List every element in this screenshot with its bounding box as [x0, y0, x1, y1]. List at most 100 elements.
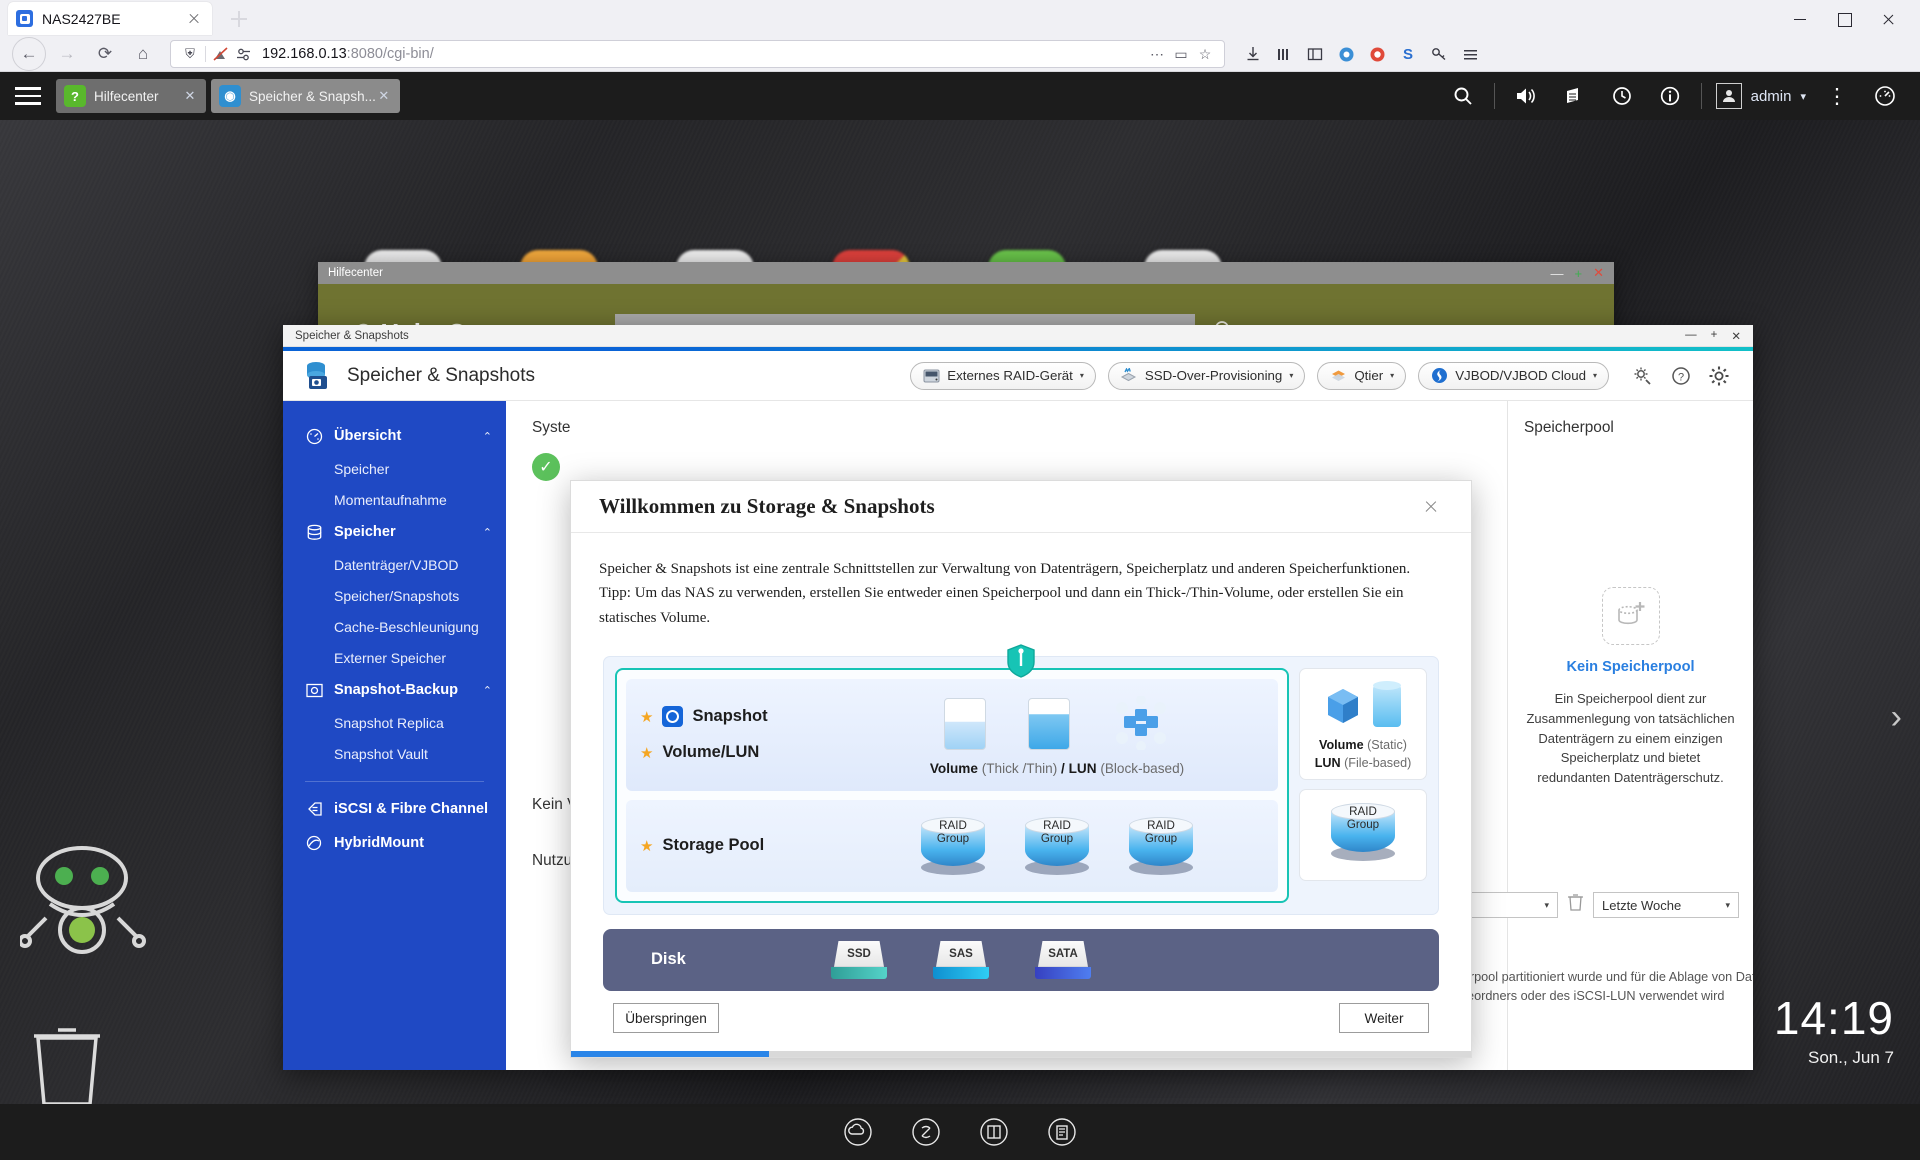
add-pool-icon[interactable] [1602, 587, 1660, 645]
diagram-row-volume-lun: ★ Volume/LUN [640, 735, 850, 771]
disk-sas-icon: SAS [933, 941, 989, 979]
storage-maximize-button[interactable]: + [1711, 329, 1718, 343]
disk-band-label: Disk [651, 950, 831, 969]
sidebar-item-speicher[interactable]: Speicher [283, 453, 506, 484]
raid-line1: RAID [1043, 819, 1071, 832]
cloud-icon[interactable] [841, 1115, 875, 1149]
vjbod-button[interactable]: VJBOD/VJBOD Cloud ▾ [1418, 362, 1609, 390]
sidebar-group-label: Speicher [334, 524, 483, 540]
helpcenter-close-button[interactable]: ✕ [1593, 265, 1604, 281]
tracker-blocked-icon[interactable] [210, 44, 232, 64]
window-minimize-button[interactable] [1778, 5, 1822, 33]
library-icon[interactable] [1270, 40, 1298, 68]
skip-button[interactable]: Überspringen [613, 1003, 719, 1033]
url-bar[interactable]: ⛨ 192.168.0.13:8080/cgi-bin/ ⋯ ▭ ☆ [170, 40, 1225, 68]
reload-button[interactable]: ⟳ [88, 37, 122, 71]
chevron-up-icon[interactable]: ⌃ [483, 684, 492, 697]
panel-icon[interactable] [977, 1115, 1011, 1149]
sidebar-item-hybridmount[interactable]: HybridMount [283, 826, 506, 860]
notes-icon[interactable] [1045, 1115, 1079, 1149]
helpcenter-minimize-button[interactable]: — [1551, 266, 1564, 281]
browser-tab[interactable]: NAS2427BE [8, 2, 212, 35]
helpcenter-titlebar[interactable]: Hilfecenter — + ✕ [318, 262, 1614, 284]
panel-expand-arrow-icon[interactable]: › [1891, 698, 1902, 737]
user-menu[interactable]: admin ▾ [1710, 83, 1812, 109]
gear-icon[interactable] [1707, 364, 1731, 388]
trash-icon[interactable] [32, 1022, 102, 1108]
sidebar-item-cache-beschleunigung[interactable]: Cache-Beschleunigung [283, 611, 506, 642]
help-icon[interactable]: ? [1669, 364, 1693, 388]
external-raid-button[interactable]: Externes RAID-Gerät ▾ [910, 362, 1096, 390]
taskbar-item-storage[interactable]: ◉ Speicher & Snapsh... ✕ [211, 79, 400, 113]
extension-red-icon[interactable] [1363, 40, 1391, 68]
settings-tools-icon[interactable] [1631, 364, 1655, 388]
notice-board-icon[interactable] [1551, 72, 1597, 120]
more-options-icon[interactable]: ⋮ [1814, 72, 1860, 120]
sidebar-item-iscsi[interactable]: iSCSI & Fibre Channel [283, 792, 506, 826]
extension-blue-icon[interactable] [1332, 40, 1360, 68]
window-maximize-button[interactable] [1822, 5, 1866, 33]
user-caret-icon[interactable]: ▾ [1800, 90, 1806, 103]
storage-titlebar[interactable]: Speicher & Snapshots — + ✕ [283, 325, 1753, 347]
qtier-button[interactable]: Qtier ▾ [1317, 362, 1406, 390]
storage-minimize-button[interactable]: — [1685, 329, 1697, 343]
sidebar-item-snapshot-vault[interactable]: Snapshot Vault [283, 738, 506, 769]
new-tab-button[interactable] [224, 6, 254, 32]
close-icon[interactable] [1419, 495, 1443, 519]
helpcenter-maximize-button[interactable]: + [1575, 266, 1583, 281]
back-button[interactable]: ← [12, 37, 46, 71]
permissions-icon-svg [236, 48, 251, 61]
window-close-button[interactable] [1866, 5, 1910, 33]
taskbar-divider [1494, 83, 1495, 109]
forward-button[interactable]: → [50, 37, 84, 71]
system-status-title: Syste [532, 419, 1481, 437]
storage-close-button[interactable]: ✕ [1731, 329, 1741, 343]
taskbar-close-icon[interactable]: ✕ [182, 88, 198, 104]
permissions-icon[interactable] [232, 44, 254, 64]
search-icon[interactable] [1440, 72, 1486, 120]
sidebar-group-label: Snapshot-Backup [334, 682, 483, 698]
no-storage-pool-link[interactable]: Kein Speicherpool [1524, 659, 1737, 675]
welcome-modal[interactable]: Willkommen zu Storage & Snapshots Speich… [570, 480, 1472, 1058]
sidebar-toggle-icon[interactable] [1301, 40, 1329, 68]
star-icon: ★ [640, 744, 653, 762]
sidebar-group-uebersicht[interactable]: Übersicht ⌃ [283, 419, 506, 453]
taskbar-close-icon[interactable]: ✕ [376, 88, 392, 104]
shield-icon[interactable]: ⛨ [179, 44, 201, 64]
volume-caption: Volume (Thick /Thin) / LUN (Block-based) [850, 761, 1264, 776]
sidebar-group-snapshot-backup[interactable]: Snapshot-Backup ⌃ [283, 673, 506, 707]
chevron-up-icon[interactable]: ⌃ [483, 430, 492, 443]
sidebar-item-snapshot-replica[interactable]: Snapshot Replica [283, 707, 506, 738]
volume-icon[interactable] [1503, 72, 1549, 120]
sidebar-item-datentraeger-vjbod[interactable]: Datenträger/VJBOD [283, 549, 506, 580]
dashboard-icon[interactable] [1862, 72, 1908, 120]
sidebar-group-speicher[interactable]: Speicher ⌃ [283, 515, 506, 549]
home-button[interactable]: ⌂ [126, 37, 160, 71]
bookmark-star-icon[interactable]: ☆ [1194, 46, 1216, 63]
main-menu-button[interactable] [0, 72, 56, 120]
info-icon[interactable] [1647, 72, 1693, 120]
disk-color-bar [1035, 967, 1091, 979]
taskbar-item-hilfecenter[interactable]: ? Hilfecenter ✕ [56, 79, 206, 113]
url-text[interactable]: 192.168.0.13:8080/cgi-bin/ [262, 46, 1146, 62]
background-task-icon[interactable] [1599, 72, 1645, 120]
caption-volume-gray: (Thick /Thin) [982, 761, 1058, 776]
chevron-up-icon[interactable]: ⌃ [483, 526, 492, 539]
sidebar-item-speicher-snapshots[interactable]: Speicher/Snapshots [283, 580, 506, 611]
diagram-band-storage-pool: ★ Storage Pool R [626, 800, 1278, 892]
account-key-icon[interactable] [1425, 40, 1453, 68]
next-button[interactable]: Weiter [1339, 1003, 1429, 1033]
chevron-down-icon: ▾ [1080, 371, 1084, 380]
downloads-icon[interactable] [1239, 40, 1267, 68]
reader-mode-icon[interactable]: ▭ [1170, 46, 1192, 63]
static-volume-card: Volume (Static) LUN (File-based) [1299, 668, 1427, 780]
app-menu-icon[interactable] [1456, 40, 1484, 68]
sidebar-item-momentaufnahme[interactable]: Momentaufnahme [283, 484, 506, 515]
link-icon[interactable] [909, 1115, 943, 1149]
extension-s-icon[interactable]: S [1394, 40, 1422, 68]
user-name: admin [1751, 88, 1792, 105]
ssd-overprovisioning-button[interactable]: SSD-Over-Provisioning ▾ [1108, 362, 1305, 390]
page-actions-icon[interactable]: ⋯ [1146, 46, 1168, 63]
sidebar-item-externer-speicher[interactable]: Externer Speicher [283, 642, 506, 673]
tab-close-icon[interactable] [184, 9, 204, 29]
